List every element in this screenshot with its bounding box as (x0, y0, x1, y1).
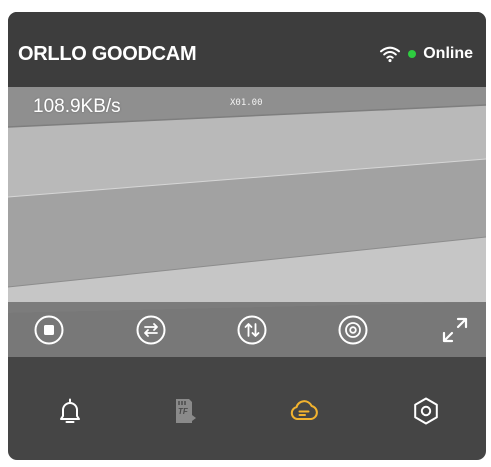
svg-text:TF: TF (178, 407, 189, 416)
zoom-osd-text: X01.00 (230, 98, 263, 108)
bottom-nav: TF (8, 357, 486, 460)
bitrate-readout: 108.9KB/s (33, 96, 121, 117)
snapshot-icon[interactable] (337, 314, 369, 346)
connection-status: Online (379, 43, 473, 65)
fullscreen-icon[interactable] (439, 314, 471, 346)
camera-header: ORLLO GOODCAM Online (8, 12, 486, 87)
camera-card: ORLLO GOODCAM Online 108.9KB/s X01.00 TF (8, 12, 486, 460)
online-status-dot (408, 50, 417, 58)
wifi-icon (380, 46, 401, 63)
swap-horizontal-icon[interactable] (135, 314, 167, 346)
swap-vertical-icon[interactable] (236, 314, 268, 346)
tf-card-icon[interactable]: TF (168, 395, 200, 427)
bell-icon[interactable] (54, 395, 86, 427)
settings-icon[interactable] (410, 395, 442, 427)
status-label: Online (423, 45, 473, 62)
stop-record-icon[interactable] (33, 314, 65, 346)
cloud-icon[interactable] (288, 395, 320, 427)
video-controls (8, 302, 486, 357)
camera-title: ORLLO GOODCAM (18, 43, 197, 65)
